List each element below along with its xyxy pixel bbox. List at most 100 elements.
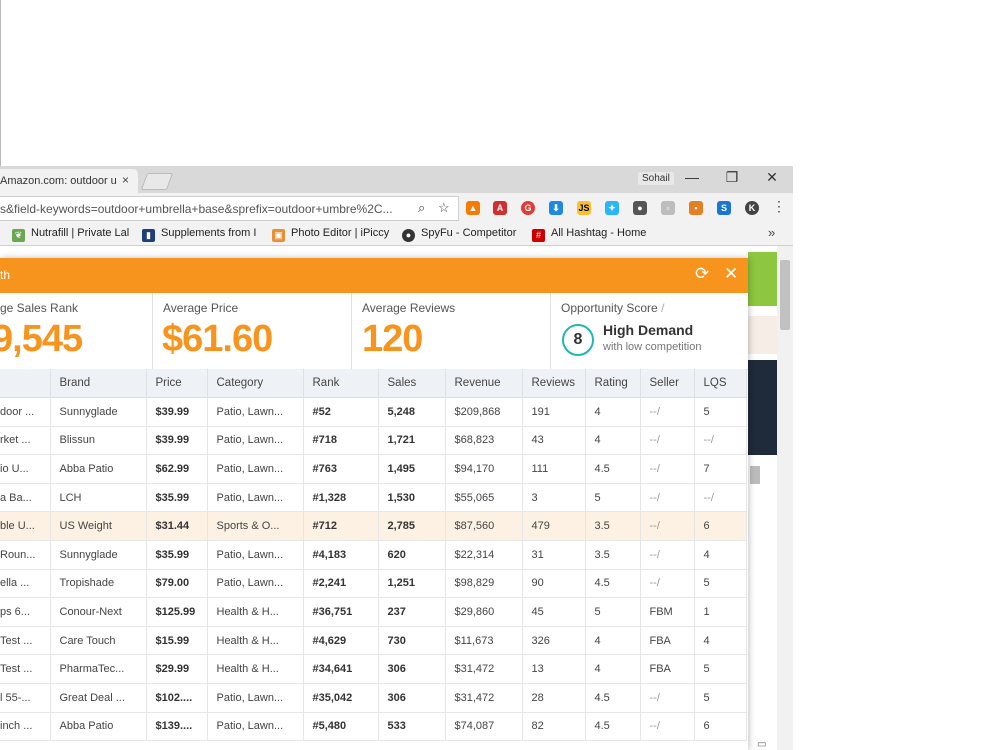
vlc-extension-icon[interactable]: ▲ <box>466 201 480 215</box>
lqs-cell: --/ <box>694 483 747 513</box>
js-extension-icon[interactable]: JS <box>577 201 591 215</box>
profile-button[interactable]: Sohail <box>638 172 674 185</box>
table-row[interactable]: Roun... Sunnyglade $35.99 Patio, Lawn... #4,… <box>0 540 747 570</box>
price-cell: $62.99 <box>146 454 208 484</box>
rank-cell: #52 <box>303 397 379 427</box>
product-cell[interactable]: ps 6... <box>0 597 51 627</box>
product-cell[interactable]: a Ba... <box>0 483 51 513</box>
sales-cell: 620 <box>378 540 446 570</box>
table-row[interactable]: ps 6... Conour-Next $125.99 Health & H... #3… <box>0 597 747 627</box>
tab-close-icon[interactable]: × <box>122 173 129 187</box>
stat-label: ge Sales Rank <box>0 301 79 315</box>
page-scrollbar[interactable] <box>777 246 793 750</box>
lastpass-extension-icon[interactable]: G <box>521 201 535 215</box>
table-row[interactable]: ble U... US Weight $31.44 Sports & O... #712… <box>0 511 747 541</box>
product-cell[interactable]: Test ... <box>0 626 51 656</box>
table-row[interactable]: Test ... Care Touch $15.99 Health & H... #4,… <box>0 626 747 656</box>
bookmark-item[interactable]: # All Hashtag - Home <box>532 227 646 242</box>
adblock-extension-icon[interactable]: A <box>493 201 507 215</box>
col-rating-header[interactable]: Rating <box>585 369 641 398</box>
col-rank-header[interactable]: Rank <box>303 369 379 398</box>
sales-cell: 1,530 <box>378 483 446 513</box>
page-extension-icon[interactable]: ▫ <box>661 201 675 215</box>
product-cell[interactable]: rket ... <box>0 426 51 456</box>
location-extension-icon[interactable]: ● <box>633 201 647 215</box>
col-product-header[interactable] <box>0 369 51 398</box>
price-cell: $139.... <box>146 712 208 742</box>
tools-extension-icon[interactable]: ▪ <box>689 201 703 215</box>
table-row[interactable]: door ... Sunnyglade $39.99 Patio, Lawn... #5… <box>0 397 747 427</box>
browser-menu-icon[interactable]: ⋮ <box>772 198 786 215</box>
col-lqs-header[interactable]: LQS <box>694 369 747 398</box>
col-reviews-header[interactable]: Reviews <box>522 369 586 398</box>
category-cell: Patio, Lawn... <box>207 454 304 484</box>
product-cell[interactable]: door ... <box>0 397 51 427</box>
product-cell[interactable]: ella ... <box>0 569 51 599</box>
col-brand-header[interactable]: Brand <box>50 369 147 398</box>
category-cell: Patio, Lawn... <box>207 483 304 513</box>
rank-cell: #1,328 <box>303 483 379 513</box>
lqs-cell: 5 <box>694 397 747 427</box>
bookmarks-more-icon[interactable]: » <box>768 225 775 240</box>
brand-cell: LCH <box>50 483 147 513</box>
sales-cell: 5,248 <box>378 397 446 427</box>
network-extension-icon[interactable]: ✦ <box>605 201 619 215</box>
bookmark-star-icon[interactable]: ☆ <box>438 200 450 216</box>
browser-tab[interactable]: Amazon.com: outdoor u × <box>0 169 138 193</box>
k-extension-icon[interactable]: K <box>745 201 759 215</box>
rating-cell: 4.5 <box>585 712 641 742</box>
new-tab-button[interactable] <box>140 173 174 190</box>
table-row[interactable]: Test ... PharmaTec... $29.99 Health & H... #… <box>0 654 747 684</box>
rank-cell: #4,629 <box>303 626 379 656</box>
product-cell[interactable]: io U... <box>0 454 51 484</box>
table-row[interactable]: ella ... Tropishade $79.00 Patio, Lawn... #2… <box>0 569 747 599</box>
close-window-icon[interactable]: ✕ <box>762 169 782 186</box>
restore-icon[interactable]: ❐ <box>722 169 742 186</box>
col-category-header[interactable]: Category <box>207 369 304 398</box>
seller-cell: --/ <box>640 426 695 456</box>
close-icon[interactable]: ✕ <box>724 264 738 284</box>
info-icon[interactable]: / <box>661 301 664 315</box>
minimize-icon[interactable]: — <box>682 169 702 185</box>
category-cell: Patio, Lawn... <box>207 397 304 427</box>
price-cell: $79.00 <box>146 569 208 599</box>
col-seller-header[interactable]: Seller <box>640 369 695 398</box>
table-row[interactable]: io U... Abba Patio $62.99 Patio, Lawn... #76… <box>0 454 747 484</box>
brand-cell: Sunnyglade <box>50 397 147 427</box>
product-cell[interactable]: l 55-... <box>0 683 51 713</box>
product-cell[interactable]: ble U... <box>0 511 51 541</box>
sales-cell: 730 <box>378 626 446 656</box>
sales-cell: 306 <box>378 683 446 713</box>
lqs-cell: 4 <box>694 540 747 570</box>
bookmark-item[interactable]: ▮ Supplements from I <box>142 227 256 242</box>
rank-cell: #712 <box>303 511 379 541</box>
col-revenue-header[interactable]: Revenue <box>445 369 523 398</box>
lqs-cell: 7 <box>694 454 747 484</box>
product-cell[interactable]: inch ... <box>0 712 51 742</box>
download-extension-icon[interactable]: ⬇ <box>549 201 563 215</box>
table-row[interactable]: l 55-... Great Deal ... $102.... Patio, Law… <box>0 683 747 713</box>
feedback-icon[interactable]: ▭ <box>757 739 766 750</box>
rank-cell: #35,042 <box>303 683 379 713</box>
product-cell[interactable]: Roun... <box>0 540 51 570</box>
scrollbar-thumb[interactable] <box>780 260 790 330</box>
score-title: High Demand <box>603 322 694 338</box>
address-bar[interactable]: s&field-keywords=outdoor+umbrella+base&s… <box>0 196 459 221</box>
col-price-header[interactable]: Price <box>146 369 208 398</box>
table-row[interactable]: rket ... Blissun $39.99 Patio, Lawn... #718 1… <box>0 426 747 456</box>
tab-title: Amazon.com: outdoor u <box>0 175 117 187</box>
refresh-icon[interactable]: ⟳ <box>695 264 709 284</box>
s-extension-icon[interactable]: S <box>717 201 731 215</box>
zoom-icon[interactable]: ⌕ <box>418 200 425 216</box>
table-row[interactable]: inch ... Abba Patio $139.... Patio, Lawn...… <box>0 712 747 742</box>
bookmark-item[interactable]: ❦ Nutrafill | Private Lal <box>12 227 129 242</box>
bookmark-item[interactable]: ● SpyFu - Competitor <box>402 227 516 242</box>
reviews-cell: 111 <box>522 454 586 484</box>
product-cell[interactable]: Test ... <box>0 654 51 684</box>
table-row[interactable]: a Ba... LCH $35.99 Patio, Lawn... #1,328 1,53… <box>0 483 747 513</box>
rating-cell: 4.5 <box>585 683 641 713</box>
seller-cell: --/ <box>640 454 695 484</box>
lqs-cell: 5 <box>694 569 747 599</box>
col-sales-header[interactable]: Sales <box>378 369 446 398</box>
bookmark-item[interactable]: ▣ Photo Editor | iPiccy <box>272 227 389 242</box>
